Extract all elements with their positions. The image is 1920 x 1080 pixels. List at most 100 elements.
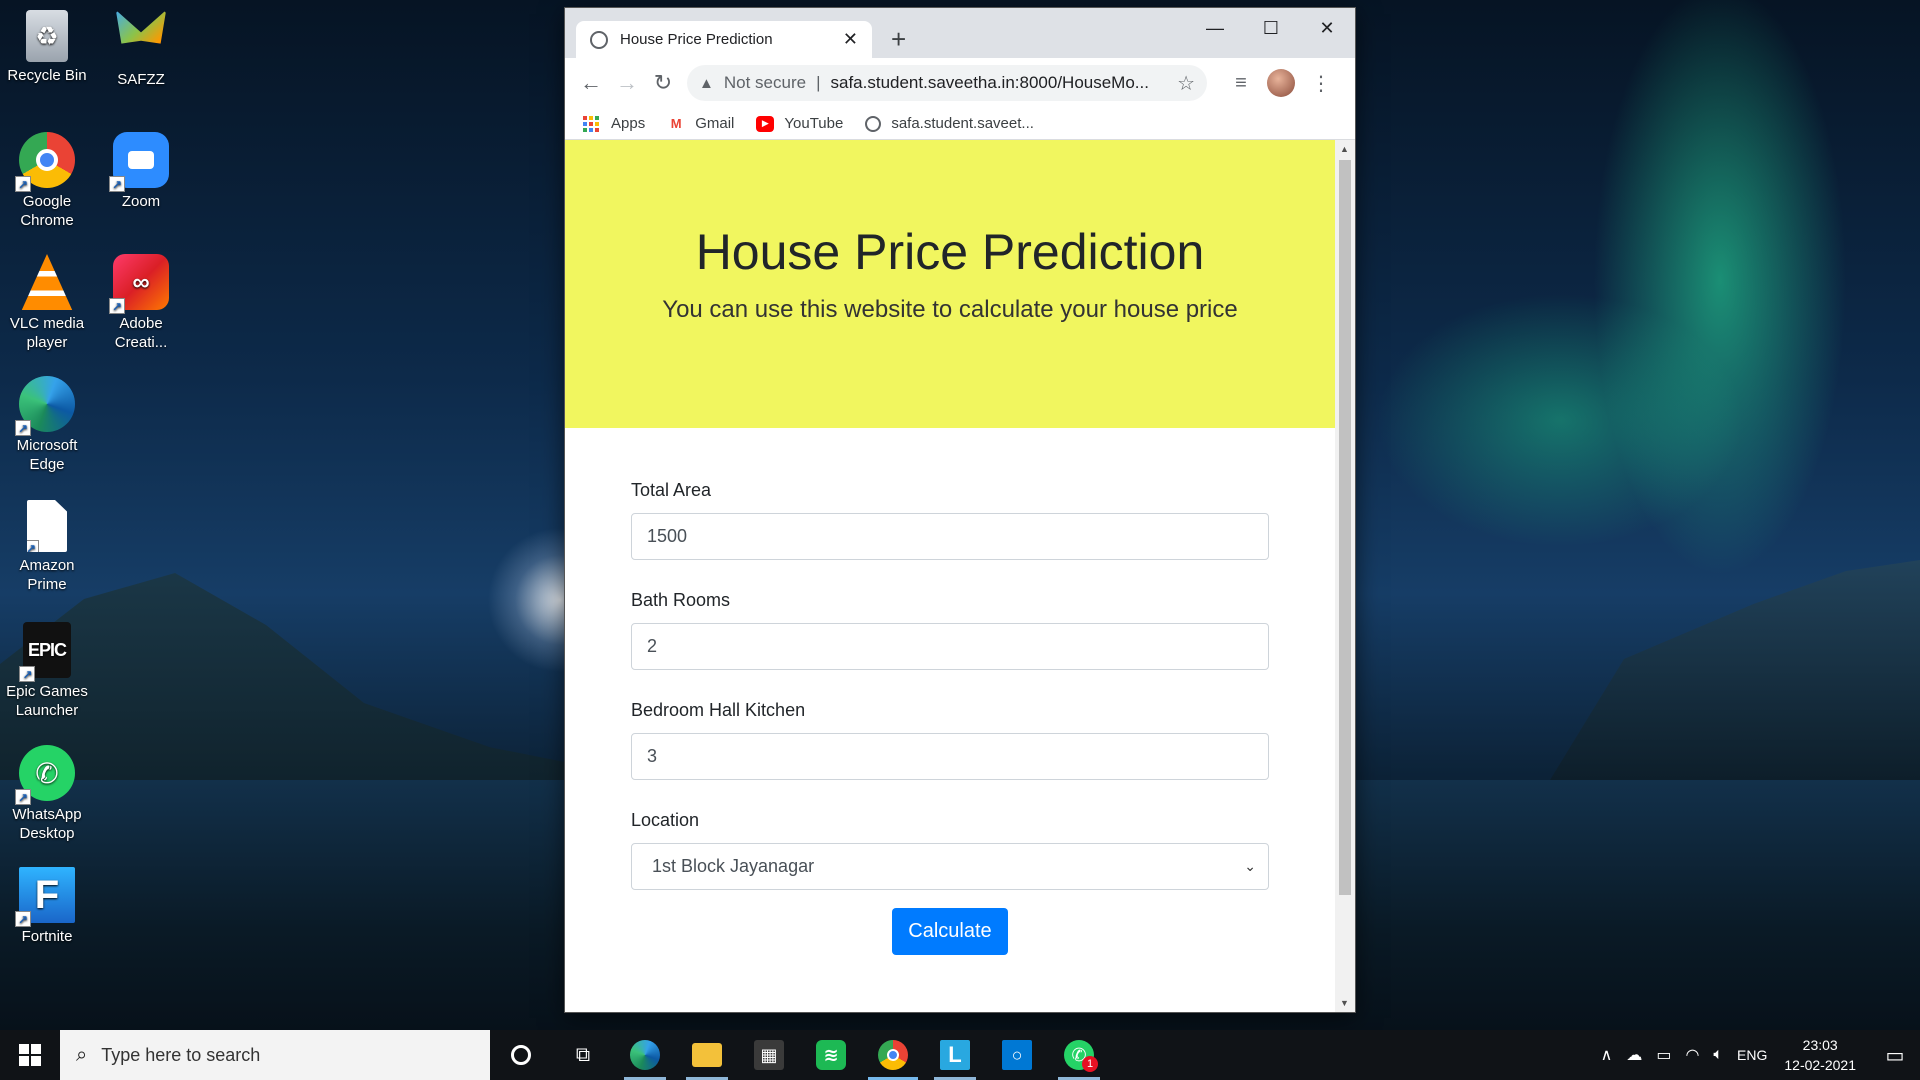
bhk-input[interactable]: 3 xyxy=(631,733,1269,780)
taskbar-spotify[interactable]: ≋ xyxy=(800,1030,862,1080)
desktop-icon-amazon-prime[interactable]: ↗ Amazon Prime xyxy=(3,500,91,594)
desktop-icon-vlc[interactable]: VLC media player xyxy=(3,254,91,352)
clock-time: 23:03 xyxy=(1802,1037,1838,1053)
total-area-input[interactable]: 1500 xyxy=(631,513,1269,560)
location-select[interactable]: 1st Block Jayanagar ⌄ xyxy=(631,843,1269,890)
calculate-button[interactable]: Calculate xyxy=(892,908,1008,955)
youtube-icon: ▶ xyxy=(756,115,775,132)
start-button[interactable] xyxy=(0,1030,60,1080)
close-window-button[interactable]: ✕ xyxy=(1299,8,1355,48)
shortcut-arrow-icon: ↗ xyxy=(15,911,31,927)
taskbar-l-app[interactable]: L xyxy=(924,1030,986,1080)
shortcut-arrow-icon: ↗ xyxy=(15,420,31,436)
clock[interactable]: 23:03 12-02-2021 xyxy=(1784,1035,1856,1075)
desktop-icon-zoom[interactable]: ↗ Zoom xyxy=(97,132,185,211)
chrome-icon: ↗ xyxy=(15,132,75,192)
cortana-circle-icon xyxy=(511,1045,531,1065)
profile-avatar[interactable] xyxy=(1261,65,1301,101)
more-menu-icon[interactable]: ⋮ xyxy=(1301,65,1341,101)
shortcut-arrow-icon: ↗ xyxy=(27,540,39,552)
minimize-button[interactable]: — xyxy=(1187,8,1243,48)
taskbar-store[interactable]: ▦ xyxy=(738,1030,800,1080)
taskbar-whatsapp[interactable]: ✆ 1 xyxy=(1048,1030,1110,1080)
maximize-button[interactable]: ☐ xyxy=(1243,8,1299,48)
bath-rooms-input[interactable]: 2 xyxy=(631,623,1269,670)
close-tab-icon[interactable]: ✕ xyxy=(843,29,858,50)
spotify-icon: ≋ xyxy=(816,1040,846,1070)
desktop-icon-chrome[interactable]: ↗ Google Chrome xyxy=(3,132,91,230)
volume-icon[interactable]: 🔈︎ xyxy=(1713,1046,1723,1064)
cortana-button[interactable] xyxy=(490,1030,552,1080)
taskbar-cortana-app[interactable]: ○ xyxy=(986,1030,1048,1080)
shortcut-arrow-icon: ↗ xyxy=(15,176,31,192)
desktop-icon-epic-games[interactable]: EPIC ↗ Epic Games Launcher xyxy=(3,622,91,720)
new-tab-button[interactable]: + xyxy=(891,26,906,52)
bookmark-safa[interactable]: safa.student.saveet... xyxy=(865,115,1034,132)
edge-icon: ↗ xyxy=(15,376,75,436)
onedrive-cloud-icon[interactable]: ☁ xyxy=(1626,1045,1642,1065)
desktop-icon-label: WhatsApp Desktop xyxy=(12,806,82,842)
address-bar[interactable]: ▲ Not secure | safa.student.saveetha.in:… xyxy=(687,65,1207,101)
media-control-icon[interactable]: ≡ xyxy=(1221,65,1261,101)
desktop-icon-label: VLC media player xyxy=(9,315,85,351)
taskbar-search[interactable]: ⌕ Type here to search xyxy=(60,1030,490,1080)
whatsapp-icon: ✆ ↗ xyxy=(15,745,75,805)
taskbar-edge[interactable] xyxy=(614,1030,676,1080)
bookmark-apps[interactable]: Apps xyxy=(583,115,645,132)
taskbar-file-explorer[interactable] xyxy=(676,1030,738,1080)
desktop-icon-edge[interactable]: ↗ Microsoft Edge xyxy=(3,376,91,474)
bookmarks-bar: Apps M Gmail ▶ YouTube safa.student.save… xyxy=(565,108,1355,140)
task-view-icon: ⧉ xyxy=(575,1043,591,1066)
store-bag-icon: ▦ xyxy=(754,1040,784,1070)
search-icon: ⌕ xyxy=(76,1043,88,1066)
bookmark-label: YouTube xyxy=(784,115,844,132)
desktop-icon-label: Fortnite xyxy=(21,928,73,945)
globe-icon xyxy=(865,115,882,132)
chrome-window: House Price Prediction ✕ + — ☐ ✕ ← → ↻ ▲… xyxy=(565,8,1355,1012)
reload-button[interactable]: ↻ xyxy=(645,65,681,101)
page-scrollbar[interactable]: ▲ ▼ xyxy=(1335,140,1355,1012)
system-tray: ∧ ☁ ▭ ◠ 🔈︎ ENG 23:03 12-02-2021 ▭ xyxy=(1594,1030,1920,1080)
prediction-form: Total Area 1500 Bath Rooms 2 Bedroom Hal… xyxy=(565,428,1335,955)
chevron-down-icon: ⌄ xyxy=(1244,858,1256,874)
desktop-icon-safzz[interactable]: SAFZZ xyxy=(97,10,185,89)
task-view-button[interactable]: ⧉ xyxy=(552,1030,614,1080)
bookmark-youtube[interactable]: ▶ YouTube xyxy=(756,115,843,132)
taskbar-chrome[interactable] xyxy=(862,1030,924,1080)
desktop-icon-whatsapp[interactable]: ✆ ↗ WhatsApp Desktop xyxy=(3,745,91,843)
language-indicator[interactable]: ENG xyxy=(1737,1047,1767,1063)
desktop-icon-label: Microsoft Edge xyxy=(16,437,78,473)
forward-button[interactable]: → xyxy=(609,65,645,101)
circle-app-icon: ○ xyxy=(1002,1040,1032,1070)
url-text: safa.student.saveetha.in:8000/HouseMo... xyxy=(830,73,1149,92)
scroll-down-arrow-icon[interactable]: ▼ xyxy=(1340,998,1349,1008)
clock-date: 12-02-2021 xyxy=(1784,1057,1856,1073)
edge-icon xyxy=(630,1040,660,1070)
toolbar-icons: ≡ ⋮ xyxy=(1221,65,1341,101)
tab-house-price-prediction[interactable]: House Price Prediction ✕ xyxy=(576,21,872,58)
desktop-icon-adobe[interactable]: ∞ ↗ Adobe Creati... xyxy=(97,254,185,352)
wifi-icon[interactable]: ◠ xyxy=(1685,1045,1699,1065)
scroll-up-arrow-icon[interactable]: ▲ xyxy=(1340,144,1349,154)
back-button[interactable]: ← xyxy=(573,65,609,101)
bookmark-label: safa.student.saveet... xyxy=(891,115,1034,132)
epic-games-icon: EPIC ↗ xyxy=(19,622,71,682)
desktop-icon-label: SAFZZ xyxy=(117,71,165,88)
battery-icon[interactable]: ▭ xyxy=(1656,1045,1671,1065)
scrollbar-thumb[interactable] xyxy=(1339,160,1351,895)
desktop-icon-label: Zoom xyxy=(121,193,161,210)
bookmark-star-icon[interactable]: ☆ xyxy=(1177,71,1195,96)
desktop-icon-label: Epic Games Launcher xyxy=(6,683,88,719)
chevron-up-icon[interactable]: ∧ xyxy=(1601,1045,1613,1065)
desktop-icon-fortnite[interactable]: F ↗ Fortnite xyxy=(3,867,91,946)
folder-icon xyxy=(692,1043,722,1067)
location-selected-value: 1st Block Jayanagar xyxy=(652,856,815,876)
bookmark-gmail[interactable]: M Gmail xyxy=(667,115,735,132)
shortcut-arrow-icon: ↗ xyxy=(109,176,125,192)
web-page: House Price Prediction You can use this … xyxy=(565,140,1335,1012)
desktop-icon-recycle-bin[interactable]: ♻ Recycle Bin xyxy=(3,10,91,85)
action-center-icon[interactable]: ▭ xyxy=(1870,1030,1920,1080)
form-group-total-area: Total Area 1500 xyxy=(631,480,1269,560)
title-bar: House Price Prediction ✕ + — ☐ ✕ xyxy=(565,8,1355,58)
zoom-icon: ↗ xyxy=(109,132,169,192)
